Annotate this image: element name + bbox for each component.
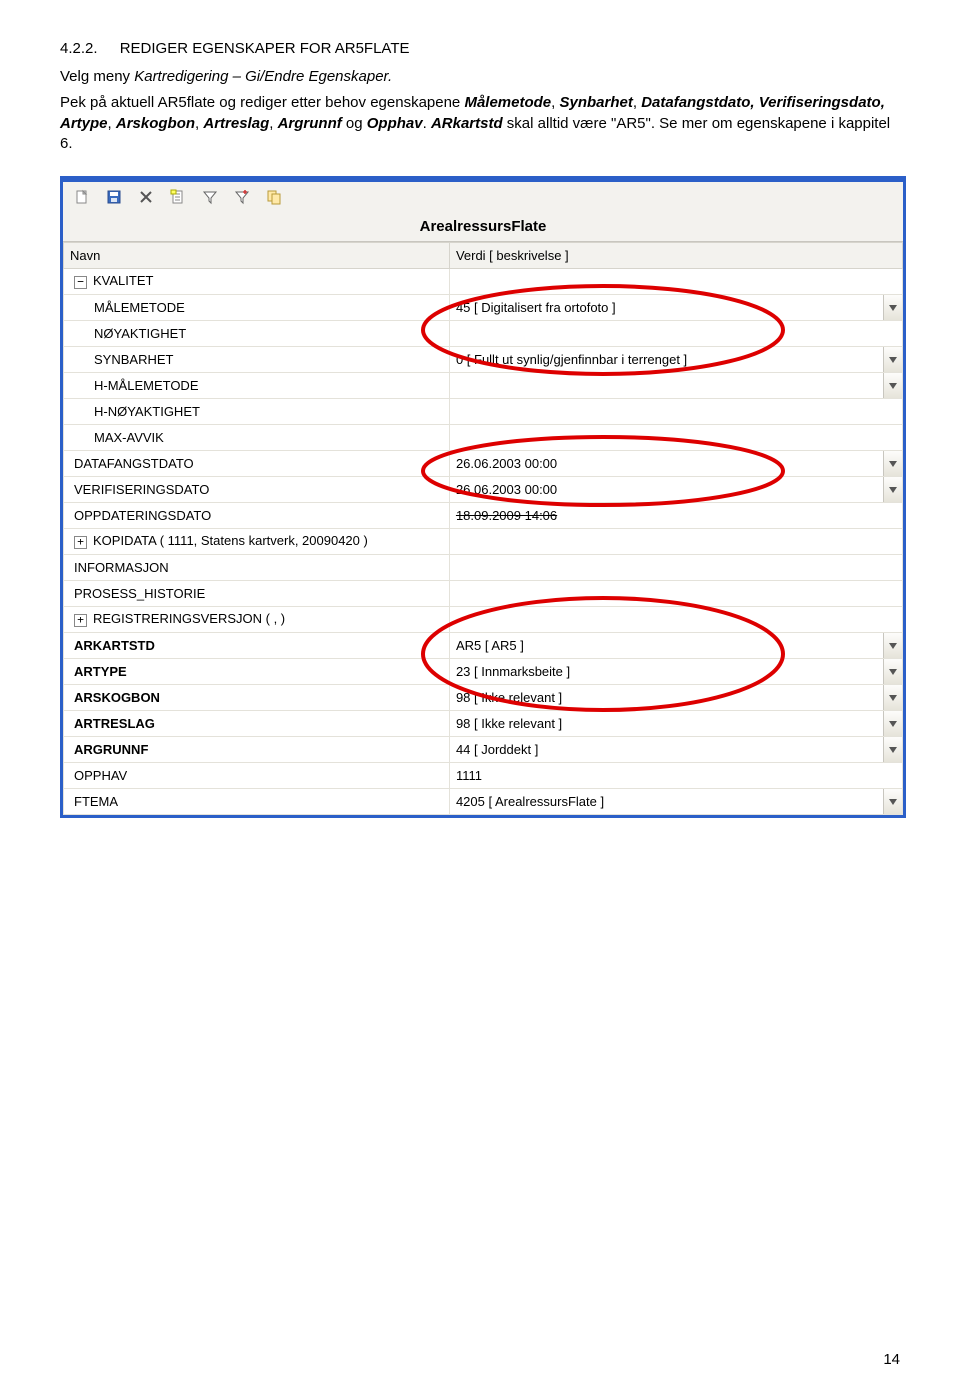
grid-cell-value: 18.09.2009 14:06 bbox=[449, 503, 902, 529]
grid-row: OPPDATERINGSDATO18.09.2009 14:06 bbox=[64, 503, 903, 529]
dropdown-button[interactable] bbox=[883, 711, 902, 736]
grid-cell-label: −KVALITET bbox=[64, 269, 450, 295]
grid-cell-label: NØYAKTIGHET bbox=[64, 321, 450, 347]
dropdown-button[interactable] bbox=[883, 347, 902, 372]
collapse-icon[interactable]: − bbox=[74, 276, 87, 289]
grid-cell-label: H-MÅLEMETODE bbox=[64, 373, 450, 399]
grid-cell-label: SYNBARHET bbox=[64, 347, 450, 373]
dropdown-button[interactable] bbox=[883, 477, 902, 502]
new-icon[interactable] bbox=[73, 188, 91, 206]
expand-icon[interactable]: + bbox=[74, 536, 87, 549]
grid-row: −KVALITET bbox=[64, 269, 903, 295]
grid-cell-label: +REGISTRERINGSVERSJON ( , ) bbox=[64, 607, 450, 633]
grid-cell-label: H-NØYAKTIGHET bbox=[64, 399, 450, 425]
heading-number: 4.2.2. bbox=[60, 40, 98, 57]
grid-cell-value[interactable] bbox=[449, 373, 902, 399]
grid-row: ARGRUNNF44 [ Jorddekt ] bbox=[64, 737, 903, 763]
col-value: Verdi [ beskrivelse ] bbox=[449, 243, 902, 269]
grid-cell-value[interactable]: 0 [ Fullt ut synlig/gjenfinnbar i terren… bbox=[449, 347, 902, 373]
page-number: 14 bbox=[883, 1351, 900, 1368]
grid-row: H-MÅLEMETODE bbox=[64, 373, 903, 399]
grid-row: ARKARTSTDAR5 [ AR5 ] bbox=[64, 633, 903, 659]
grid-cell-label: OPPHAV bbox=[64, 763, 450, 789]
dropdown-button[interactable] bbox=[883, 685, 902, 710]
dropdown-button[interactable] bbox=[883, 451, 902, 476]
dropdown-button[interactable] bbox=[883, 789, 902, 814]
grid-cell-value bbox=[449, 399, 902, 425]
grid-cell-label: ARKARTSTD bbox=[64, 633, 450, 659]
grid-row: +KOPIDATA ( 1111, Statens kartverk, 2009… bbox=[64, 529, 903, 555]
paragraph-2: Pek på aktuell AR5flate og rediger etter… bbox=[60, 93, 900, 154]
grid-header: Navn Verdi [ beskrivelse ] bbox=[64, 243, 903, 269]
grid-cell-label: MÅLEMETODE bbox=[64, 295, 450, 321]
grid-cell-label: MAX-AVVIK bbox=[64, 425, 450, 451]
grid-cell-label: OPPDATERINGSDATO bbox=[64, 503, 450, 529]
heading-title: REDIGER EGENSKAPER FOR AR5FLATE bbox=[120, 40, 410, 57]
grid-row: MÅLEMETODE45 [ Digitalisert fra ortofoto… bbox=[64, 295, 903, 321]
grid-row: ARTYPE23 [ Innmarksbeite ] bbox=[64, 659, 903, 685]
grid-row: SYNBARHET0 [ Fullt ut synlig/gjenfinnbar… bbox=[64, 347, 903, 373]
properties-panel: ArealressursFlate Navn Verdi [ beskrivel… bbox=[60, 176, 906, 818]
grid-row: DATAFANGSTDATO26.06.2003 00:00 bbox=[64, 451, 903, 477]
grid-cell-label: ARTYPE bbox=[64, 659, 450, 685]
grid-cell-label: FTEMA bbox=[64, 789, 450, 815]
grid-row: PROSESS_HISTORIE bbox=[64, 581, 903, 607]
grid-cell-value bbox=[449, 425, 902, 451]
paragraph-1: Velg meny Kartredigering – Gi/Endre Egen… bbox=[60, 67, 900, 87]
dropdown-button[interactable] bbox=[883, 295, 902, 320]
delete-icon[interactable] bbox=[137, 188, 155, 206]
save-icon[interactable] bbox=[105, 188, 123, 206]
grid-cell-label: PROSESS_HISTORIE bbox=[64, 581, 450, 607]
expand-icon[interactable]: + bbox=[74, 614, 87, 627]
grid-cell-label: ARTRESLAG bbox=[64, 711, 450, 737]
section-heading: 4.2.2. REDIGER EGENSKAPER FOR AR5FLATE bbox=[60, 40, 900, 57]
grid-cell-value bbox=[449, 269, 902, 295]
grid-cell-value[interactable]: 26.06.2003 00:00 bbox=[449, 477, 902, 503]
grid-cell-label: DATAFANGSTDATO bbox=[64, 451, 450, 477]
grid-cell-value: 1111 bbox=[449, 763, 902, 789]
grid-cell-value bbox=[449, 555, 902, 581]
grid-cell-value[interactable]: 26.06.2003 00:00 bbox=[449, 451, 902, 477]
grid-cell-value bbox=[449, 607, 902, 633]
panel-title: ArealressursFlate bbox=[63, 210, 903, 242]
grid-cell-value[interactable]: AR5 [ AR5 ] bbox=[449, 633, 902, 659]
grid-cell-value[interactable]: 98 [ Ikke relevant ] bbox=[449, 685, 902, 711]
grid-row: FTEMA4205 [ ArealressursFlate ] bbox=[64, 789, 903, 815]
grid-cell-value[interactable]: 44 [ Jorddekt ] bbox=[449, 737, 902, 763]
grid-row: VERIFISERINGSDATO26.06.2003 00:00 bbox=[64, 477, 903, 503]
panel-toolbar bbox=[63, 182, 903, 210]
grid-cell-label: INFORMASJON bbox=[64, 555, 450, 581]
col-name: Navn bbox=[64, 243, 450, 269]
dropdown-button[interactable] bbox=[883, 659, 902, 684]
grid-cell-label: +KOPIDATA ( 1111, Statens kartverk, 2009… bbox=[64, 529, 450, 555]
grid-cell-value[interactable]: 4205 [ ArealressursFlate ] bbox=[449, 789, 902, 815]
grid-row: MAX-AVVIK bbox=[64, 425, 903, 451]
grid-cell-value[interactable]: 98 [ Ikke relevant ] bbox=[449, 711, 902, 737]
copy-icon[interactable] bbox=[265, 188, 283, 206]
grid-row: OPPHAV1111 bbox=[64, 763, 903, 789]
dropdown-button[interactable] bbox=[883, 737, 902, 762]
grid-cell-value bbox=[449, 581, 902, 607]
grid-row: +REGISTRERINGSVERSJON ( , ) bbox=[64, 607, 903, 633]
dropdown-button[interactable] bbox=[883, 633, 902, 658]
grid-row: INFORMASJON bbox=[64, 555, 903, 581]
grid-row: NØYAKTIGHET bbox=[64, 321, 903, 347]
dropdown-button[interactable] bbox=[883, 373, 902, 398]
grid-cell-value bbox=[449, 321, 902, 347]
grid-cell-value[interactable]: 45 [ Digitalisert fra ortofoto ] bbox=[449, 295, 902, 321]
filter-add-icon[interactable] bbox=[233, 188, 251, 206]
grid-cell-label: VERIFISERINGSDATO bbox=[64, 477, 450, 503]
grid-cell-label: ARSKOGBON bbox=[64, 685, 450, 711]
doc-icon[interactable] bbox=[169, 188, 187, 206]
grid-row: H-NØYAKTIGHET bbox=[64, 399, 903, 425]
grid-cell-label: ARGRUNNF bbox=[64, 737, 450, 763]
grid-row: ARTRESLAG98 [ Ikke relevant ] bbox=[64, 711, 903, 737]
grid-cell-value[interactable]: 23 [ Innmarksbeite ] bbox=[449, 659, 902, 685]
grid-cell-value bbox=[449, 529, 902, 555]
properties-grid: Navn Verdi [ beskrivelse ] −KVALITETMÅLE… bbox=[63, 242, 903, 815]
grid-row: ARSKOGBON98 [ Ikke relevant ] bbox=[64, 685, 903, 711]
filter-icon[interactable] bbox=[201, 188, 219, 206]
